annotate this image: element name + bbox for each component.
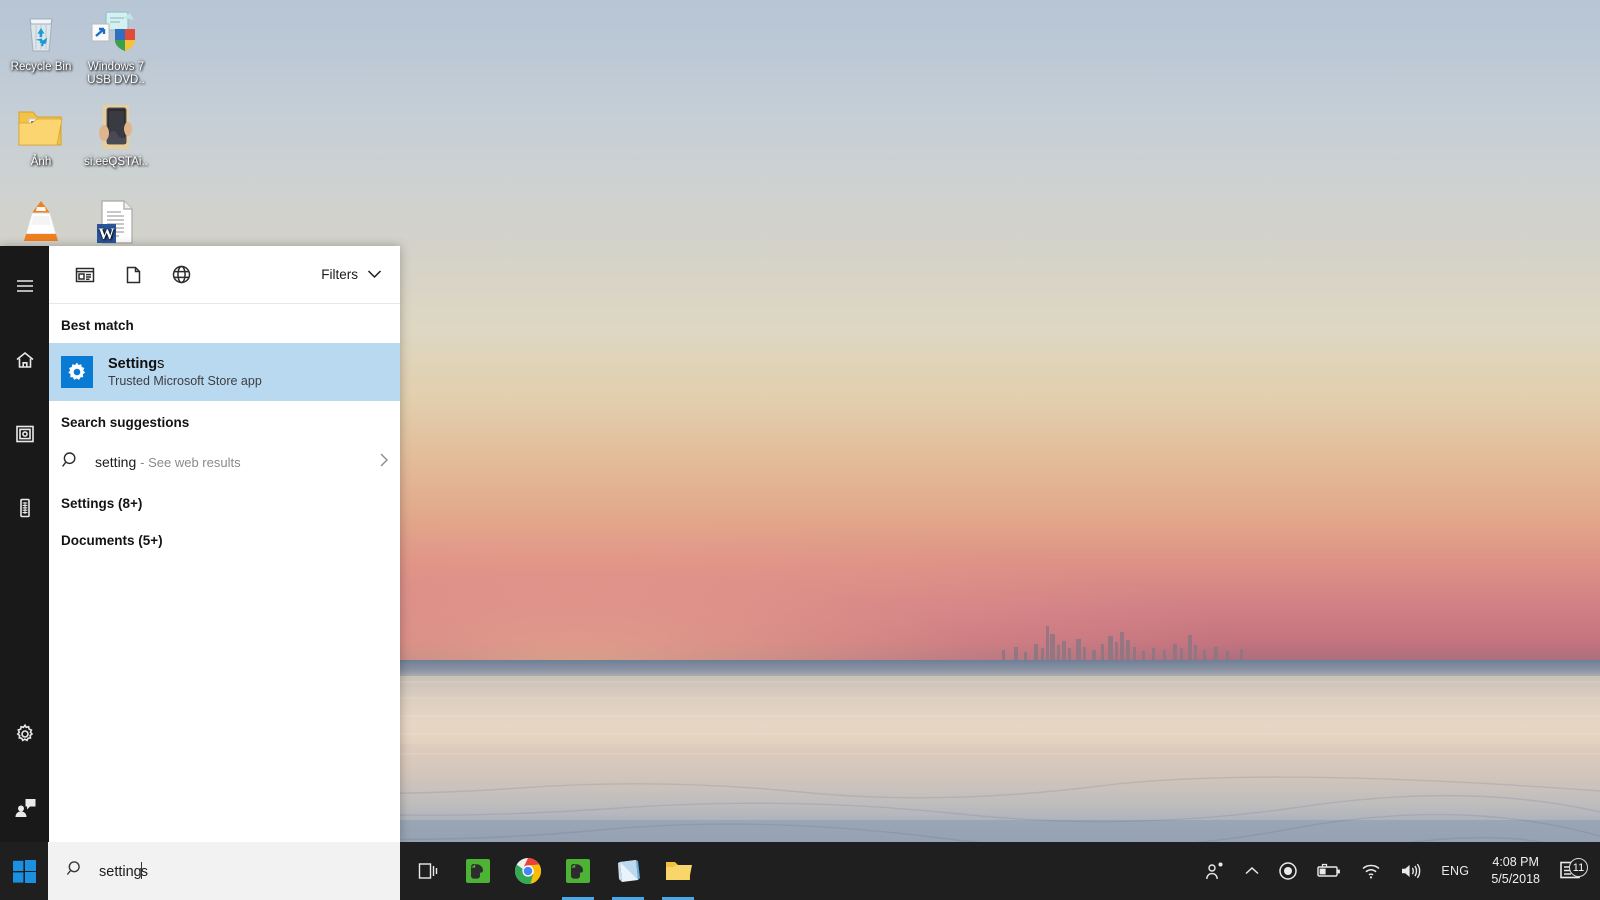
show-hidden-icons-icon[interactable] bbox=[1235, 842, 1269, 900]
vlc-media-player-icon bbox=[2, 198, 80, 248]
taskbar-button-onenote[interactable] bbox=[603, 842, 653, 900]
settings-gear-rail-icon[interactable] bbox=[0, 710, 49, 758]
desktop-icon-phone-photo[interactable]: si.eeQSTAi.. bbox=[77, 103, 155, 169]
search-suggestions-header: Search suggestions bbox=[61, 415, 190, 430]
chevron-right-icon[interactable] bbox=[378, 450, 390, 475]
search-text-after-caret: s bbox=[140, 864, 148, 880]
group-settings[interactable]: Settings (8+) bbox=[49, 484, 400, 521]
web-suggestion-suffix: - See web results bbox=[140, 455, 241, 470]
battery-icon[interactable] bbox=[1307, 842, 1351, 900]
taskbar-search-box[interactable]: settings bbox=[48, 842, 400, 900]
filters-label: Filters bbox=[321, 267, 358, 282]
search-icon bbox=[61, 450, 81, 475]
desktop-icon-word-document[interactable]: W bbox=[77, 198, 155, 251]
search-panel-rail bbox=[0, 246, 49, 842]
search-input-value[interactable]: settings bbox=[99, 862, 148, 880]
best-match-result-settings[interactable]: Settings Trusted Microsoft Store app bbox=[49, 343, 400, 401]
desktop-icon-vlc[interactable] bbox=[2, 198, 80, 251]
people-icon[interactable] bbox=[1195, 842, 1235, 900]
recycle-bin-icon bbox=[2, 8, 80, 58]
search-panel-rail-bottom bbox=[0, 710, 49, 832]
best-match-texts: Settings Trusted Microsoft Store app bbox=[108, 356, 262, 388]
taskbar-button-google-chrome[interactable] bbox=[503, 842, 553, 900]
best-match-header: Best match bbox=[61, 318, 134, 333]
web-suggestion-query: setting bbox=[95, 454, 137, 470]
group-documents[interactable]: Documents (5+) bbox=[49, 521, 400, 558]
desktop-icon-windows7-usb-dvd-tool[interactable]: Windows 7 USB DVD.. bbox=[77, 8, 155, 87]
best-match-title-bold: Setting bbox=[108, 356, 158, 372]
search-icon bbox=[66, 859, 85, 883]
hamburger-menu-icon[interactable] bbox=[0, 262, 49, 310]
notification-center-button[interactable]: 11 bbox=[1552, 858, 1594, 883]
photos-folder-icon bbox=[2, 103, 80, 153]
sidebar-item-device[interactable] bbox=[0, 484, 49, 532]
notification-badge: 11 bbox=[1569, 858, 1588, 877]
settings-gear-icon bbox=[61, 356, 93, 388]
phone-photo-icon bbox=[77, 103, 155, 153]
search-panel-body: Filters Best match Settings Trusted Micr… bbox=[49, 246, 400, 842]
sidebar-item-home[interactable] bbox=[0, 336, 49, 384]
taskbar-button-file-explorer[interactable] bbox=[653, 842, 703, 900]
clock[interactable]: 4:08 PM 5/5/2018 bbox=[1479, 854, 1552, 888]
taskbar-app-buttons bbox=[403, 842, 703, 900]
clock-date: 5/5/2018 bbox=[1491, 872, 1540, 886]
wifi-icon[interactable] bbox=[1351, 842, 1391, 900]
desktop-icon-recycle-bin[interactable]: Recycle Bin bbox=[2, 8, 80, 74]
start-button[interactable] bbox=[0, 842, 48, 900]
word-document-icon: W bbox=[77, 198, 155, 248]
desktop-icon-label: si.eeQSTAi.. bbox=[84, 156, 148, 168]
web-search-suggestion-row[interactable]: setting - See web results bbox=[49, 440, 400, 484]
task-view-button[interactable] bbox=[403, 842, 453, 900]
wallpaper-city-skyline bbox=[1002, 626, 1243, 662]
best-match-title: Settings bbox=[108, 356, 262, 372]
desktop-icon-label: Windows 7 USB DVD.. bbox=[87, 61, 145, 86]
documents-filter-icon[interactable] bbox=[109, 253, 157, 297]
best-match-title-tail: s bbox=[157, 356, 165, 372]
svg-text:W: W bbox=[99, 226, 115, 243]
desktop-icon-photos-folder[interactable]: Ảnh bbox=[2, 103, 80, 169]
apps-filter-icon[interactable] bbox=[61, 253, 109, 297]
taskbar-button-evernote-2[interactable] bbox=[553, 842, 603, 900]
search-filter-bar: Filters bbox=[49, 246, 400, 304]
language-indicator[interactable]: ENG bbox=[1431, 842, 1479, 900]
feedback-icon[interactable] bbox=[0, 784, 49, 832]
taskbar: settings ENG 4:08 PM 5/5/2018 11 bbox=[0, 842, 1600, 900]
windows7-usb-dvd-tool-icon bbox=[77, 8, 155, 58]
chevron-down-icon bbox=[367, 267, 382, 282]
system-tray: ENG 4:08 PM 5/5/2018 11 bbox=[1195, 842, 1600, 900]
web-suggestion-text: setting - See web results bbox=[95, 454, 364, 470]
windows-search-panel: Filters Best match Settings Trusted Micr… bbox=[0, 246, 400, 842]
clock-time: 4:08 PM bbox=[1492, 855, 1539, 869]
search-text-before-caret: setting bbox=[99, 864, 142, 880]
desktop-icon-label: Recycle Bin bbox=[10, 61, 72, 73]
taskbar-button-evernote[interactable] bbox=[453, 842, 503, 900]
desktop-icon-label: Ảnh bbox=[30, 156, 52, 168]
record-icon[interactable] bbox=[1269, 842, 1307, 900]
web-filter-icon[interactable] bbox=[157, 253, 205, 297]
volume-icon[interactable] bbox=[1391, 842, 1431, 900]
best-match-subtitle: Trusted Microsoft Store app bbox=[108, 374, 262, 388]
filters-dropdown-button[interactable]: Filters bbox=[313, 261, 386, 288]
sidebar-item-photos[interactable] bbox=[0, 410, 49, 458]
